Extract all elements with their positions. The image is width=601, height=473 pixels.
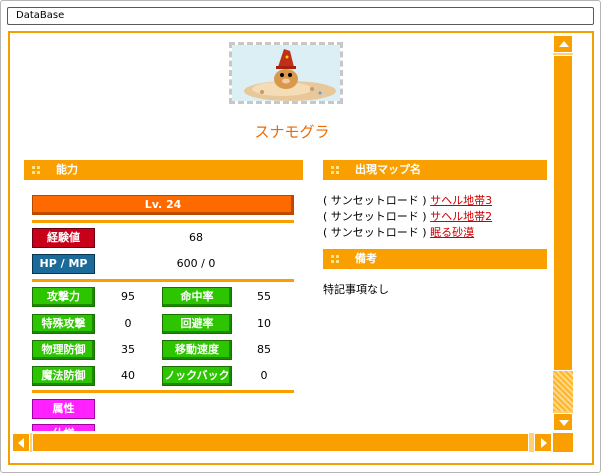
hpmp-label: HP / MP — [32, 254, 95, 274]
map-region: ( サンセットロード ) — [323, 210, 427, 223]
monster-name: スナモグラ — [254, 123, 330, 141]
square-bullet-icon — [331, 166, 339, 174]
map-link[interactable]: 眠る砂漠 — [430, 226, 474, 239]
scroll-right-button[interactable] — [534, 433, 552, 452]
spec-label: 仕様 — [32, 424, 95, 431]
map-link[interactable]: サヘル地帯2 — [430, 210, 492, 223]
horizontal-scrollbar[interactable] — [12, 433, 552, 452]
stat-value: 10 — [257, 317, 271, 330]
section-title-ability: 能力 — [56, 163, 78, 176]
map-link[interactable]: サヘル地帯3 — [430, 194, 492, 207]
divider — [32, 279, 294, 282]
hpmp-value: 600 / 0 — [176, 257, 216, 270]
monster-detail-content: スナモグラ 能力 出現マップ名 Lv. 24 経験値 68 HP / MP 60… — [10, 33, 550, 431]
exp-label: 経験値 — [32, 228, 95, 248]
section-header-ability: 能力 — [24, 160, 303, 180]
stat-value: 95 — [121, 290, 135, 303]
scroll-down-button[interactable] — [553, 413, 573, 431]
stat-value: 40 — [121, 369, 135, 382]
map-entry: ( サンセットロード ) サヘル地帯3 — [323, 193, 492, 208]
stat-label: 移動速度 — [162, 340, 232, 360]
scroll-left-button[interactable] — [12, 433, 30, 452]
database-window: DataBase スナモグラ 能力 出現マップ名 Lv. 24 経験値 68 H… — [0, 0, 601, 473]
map-region: ( サンセットロード ) — [323, 226, 427, 239]
section-header-notes: 備考 — [323, 249, 547, 269]
stat-label: 攻撃力 — [32, 287, 95, 307]
vertical-scroll-thumb[interactable] — [553, 55, 573, 371]
attribute-label: 属性 — [32, 399, 95, 419]
divider — [32, 390, 294, 393]
scroll-track[interactable] — [553, 371, 573, 411]
horizontal-scroll-thumb[interactable] — [32, 433, 529, 452]
level-bar: Lv. 24 — [32, 195, 294, 215]
square-bullet-icon — [32, 166, 40, 174]
stat-label: 物理防御 — [32, 340, 95, 360]
map-entry: ( サンセットロード ) サヘル地帯2 — [323, 209, 492, 224]
window-title: DataBase — [16, 10, 65, 21]
vertical-scrollbar[interactable] — [553, 35, 573, 431]
map-entry: ( サンセットロード ) 眠る砂漠 — [323, 225, 474, 240]
stat-value: 0 — [260, 369, 268, 382]
map-region: ( サンセットロード ) — [323, 194, 427, 207]
stat-label: 命中率 — [162, 287, 232, 307]
scroll-up-button[interactable] — [553, 35, 573, 53]
section-title-notes: 備考 — [355, 252, 377, 265]
note-text: 特記事項なし — [323, 283, 389, 296]
scrollbar-corner — [553, 433, 573, 452]
triangle-left-icon — [18, 438, 24, 448]
stat-value: 35 — [121, 343, 135, 356]
exp-value: 68 — [189, 231, 203, 244]
divider — [32, 220, 294, 223]
stat-label: 特殊攻撃 — [32, 314, 95, 334]
section-title-maps: 出現マップ名 — [355, 163, 421, 176]
section-header-maps: 出現マップ名 — [323, 160, 547, 180]
triangle-right-icon — [541, 438, 547, 448]
triangle-up-icon — [559, 41, 569, 47]
window-titlebar[interactable]: DataBase — [7, 7, 594, 25]
stat-value: 55 — [257, 290, 271, 303]
stat-value: 0 — [124, 317, 132, 330]
stat-label: 回避率 — [162, 314, 232, 334]
monster-image — [229, 42, 343, 104]
content-frame: スナモグラ 能力 出現マップ名 Lv. 24 経験値 68 HP / MP 60… — [8, 31, 594, 465]
stat-value: 85 — [257, 343, 271, 356]
square-bullet-icon — [331, 255, 339, 263]
stat-label: 魔法防御 — [32, 366, 95, 386]
triangle-down-icon — [559, 420, 569, 426]
stat-label: ノックバック — [162, 366, 232, 386]
